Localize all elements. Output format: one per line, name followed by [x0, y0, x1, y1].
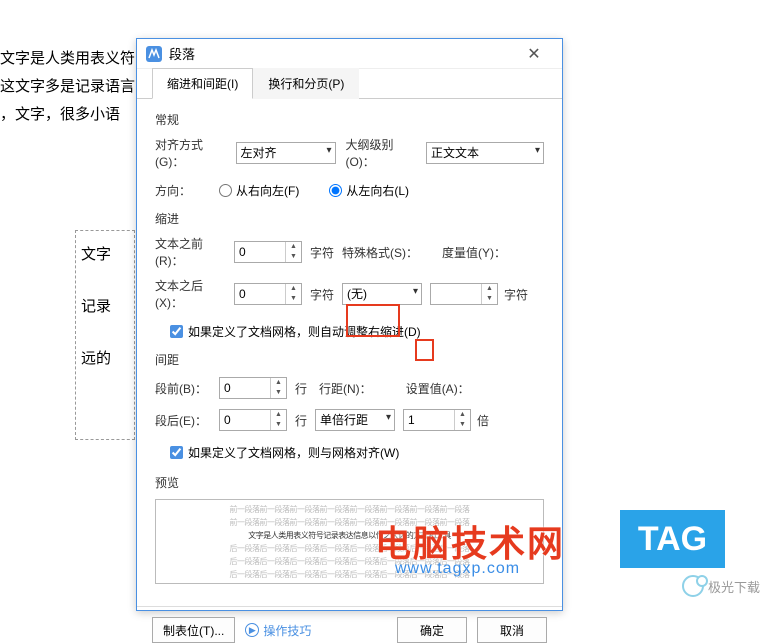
jiguang-label: 极光下载 — [708, 577, 760, 596]
spin-down-icon[interactable]: ▼ — [286, 294, 301, 304]
spin-up-icon[interactable]: ▲ — [482, 284, 497, 294]
section-preview: 预览 — [155, 474, 544, 491]
close-button[interactable]: ✕ — [514, 44, 554, 64]
setvalue-unit: 倍 — [477, 412, 489, 429]
measure-label: 度量值(Y)： — [442, 244, 506, 261]
spin-down-icon[interactable]: ▼ — [286, 252, 301, 262]
bg-text-3: ，文字，很多小语 — [0, 101, 135, 129]
indent-before-label: 文本之前(R)： — [155, 235, 230, 269]
outline-label: 大纲级别(O)： — [345, 136, 422, 170]
space-after-label: 段后(E)： — [155, 412, 215, 429]
space-after-spinner[interactable]: ▲▼ — [219, 409, 287, 431]
linespace-label: 行距(N)： — [319, 380, 372, 397]
watermark-site-url: www.tagxp.com — [395, 560, 520, 578]
tabstop-button[interactable]: 制表位(T)... — [152, 617, 235, 643]
alignment-label: 对齐方式(G)： — [155, 136, 232, 170]
measure-spinner[interactable]: ▲▼ — [430, 283, 498, 305]
ltr-label: 从左向右(L) — [346, 182, 409, 199]
direction-ltr-radio[interactable]: 从左向右(L) — [329, 182, 409, 199]
tag-badge: TAG — [620, 510, 725, 568]
jiguang-icon — [682, 575, 704, 597]
spin-down-icon[interactable]: ▼ — [271, 388, 286, 398]
spin-up-icon[interactable]: ▲ — [455, 410, 470, 420]
space-after-unit: 行 — [295, 412, 307, 429]
titlebar: 段落 ✕ — [137, 39, 562, 69]
preview-ghost: 前一段落前一段落前一段落前一段落前一段落前一段落前一段落前一段落 — [230, 504, 470, 515]
app-logo-icon — [145, 45, 163, 63]
special-format-label: 特殊格式(S)： — [342, 244, 418, 261]
snap-grid-label: 如果定义了文档网格，则与网格对齐(W) — [188, 444, 399, 461]
bg-row-3: 远的 — [81, 345, 129, 369]
spin-up-icon[interactable]: ▲ — [286, 242, 301, 252]
auto-adjust-label: 如果定义了文档网格，则自动调整右缩进(D) — [188, 323, 421, 340]
bg-row-1: 文字 — [81, 241, 129, 265]
indent-after-label: 文本之后(X)： — [155, 277, 230, 311]
space-before-unit: 行 — [295, 380, 307, 397]
tab-line-page-breaks[interactable]: 换行和分页(P) — [253, 68, 359, 99]
space-before-spinner[interactable]: ▲▼ — [219, 377, 287, 399]
spin-up-icon[interactable]: ▲ — [271, 378, 286, 388]
indent-before-spinner[interactable]: ▲▼ — [234, 241, 302, 263]
spin-down-icon[interactable]: ▼ — [482, 294, 497, 304]
measure-unit: 字符 — [504, 286, 528, 303]
direction-rtl-radio[interactable]: 从右向左(F) — [219, 182, 299, 199]
play-icon: ▶ — [245, 623, 259, 637]
section-general: 常规 — [155, 111, 544, 128]
direction-label: 方向： — [155, 182, 215, 199]
indent-before-unit: 字符 — [310, 244, 334, 261]
auto-adjust-checkbox[interactable]: 如果定义了文档网格，则自动调整右缩进(D) — [170, 323, 421, 340]
bg-text-2: 这文字多是记录语言 — [0, 73, 135, 101]
outline-select[interactable]: 正文文本 — [426, 142, 544, 164]
setvalue-label: 设置值(A)： — [406, 380, 470, 397]
rtl-label: 从右向左(F) — [236, 182, 299, 199]
section-indent: 缩进 — [155, 210, 544, 227]
linespace-select[interactable]: 单倍行距 — [315, 409, 395, 431]
cancel-button[interactable]: 取消 — [477, 617, 547, 643]
bg-selection-box: 文字 记录 远的 — [75, 230, 135, 440]
tips-label: 操作技巧 — [263, 622, 311, 639]
special-format-select[interactable]: (无) — [342, 283, 422, 305]
setvalue-spinner[interactable]: ▲▼ — [403, 409, 471, 431]
dialog-footer: 制表位(T)... ▶ 操作技巧 确定 取消 — [137, 606, 562, 643]
space-before-label: 段前(B)： — [155, 380, 215, 397]
tips-link[interactable]: ▶ 操作技巧 — [245, 622, 311, 639]
ok-button[interactable]: 确定 — [397, 617, 467, 643]
indent-after-unit: 字符 — [310, 286, 334, 303]
dialog-title: 段落 — [169, 44, 514, 63]
snap-grid-checkbox[interactable]: 如果定义了文档网格，则与网格对齐(W) — [170, 444, 399, 461]
bg-row-2: 记录 — [81, 293, 129, 317]
spin-down-icon[interactable]: ▼ — [455, 420, 470, 430]
alignment-select[interactable]: 左对齐 — [236, 142, 336, 164]
spin-down-icon[interactable]: ▼ — [271, 420, 286, 430]
spin-up-icon[interactable]: ▲ — [286, 284, 301, 294]
indent-after-spinner[interactable]: ▲▼ — [234, 283, 302, 305]
tab-bar: 缩进和间距(I) 换行和分页(P) — [137, 69, 562, 99]
spin-up-icon[interactable]: ▲ — [271, 410, 286, 420]
section-spacing: 间距 — [155, 351, 544, 368]
tab-indent-spacing[interactable]: 缩进和间距(I) — [152, 68, 253, 99]
bg-text-1: 文字是人类用表义符 — [0, 45, 135, 73]
jiguang-logo: 极光下载 — [682, 575, 760, 597]
